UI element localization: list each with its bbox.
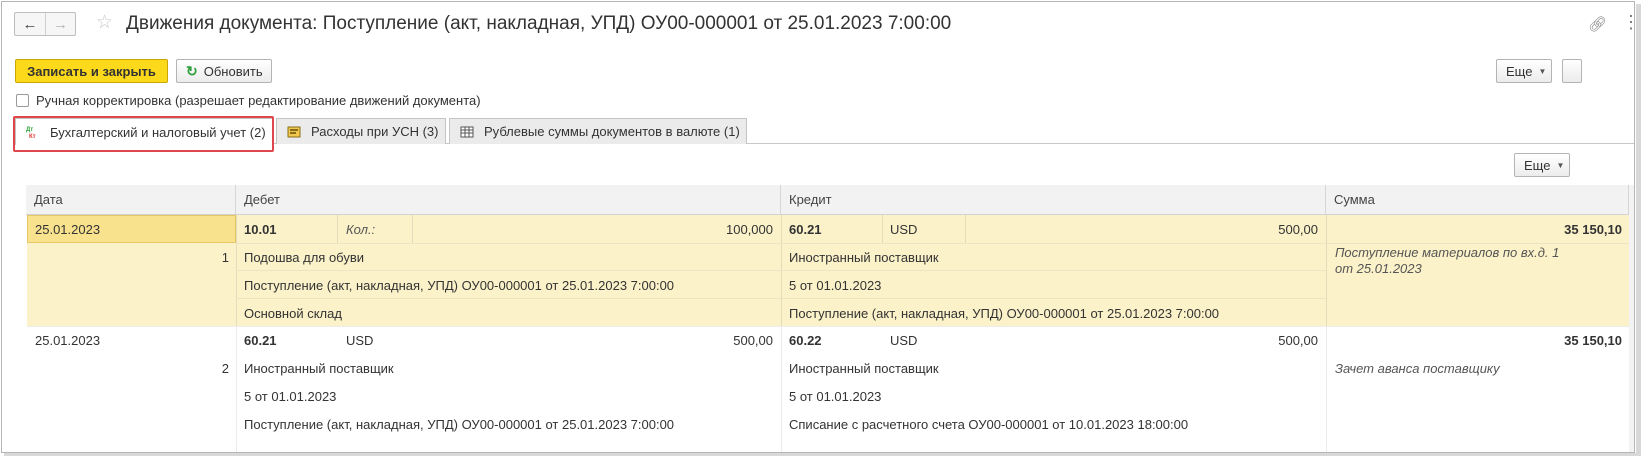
column-header-debit[interactable]: Дебет: [236, 185, 781, 215]
debit-currency-amount: 500,00: [733, 332, 773, 348]
credit-currency: USD: [890, 221, 918, 237]
credit-subconto-1: Иностранный поставщик: [789, 249, 939, 265]
row-amount: 35 150,10: [1564, 221, 1622, 237]
arrow-left-icon: ←: [22, 15, 38, 33]
column-header-credit[interactable]: Кредит: [781, 185, 1326, 215]
more-actions-label: Еще: [1506, 63, 1533, 79]
table-more-label: Еще: [1524, 157, 1551, 173]
credit-currency-amount: 500,00: [1278, 332, 1318, 348]
credit-subconto-3: Поступление (акт, накладная, УПД) ОУ00-0…: [789, 305, 1220, 321]
navigation-buttons: ← →: [14, 12, 76, 36]
grid-divider: [236, 326, 237, 452]
credit-currency: USD: [890, 332, 918, 348]
kebab-menu-icon[interactable]: ⋮: [1622, 13, 1634, 31]
row-date: 25.01.2023: [35, 221, 101, 237]
table-more-button[interactable]: Еще ▼: [1514, 153, 1570, 177]
row-amount: 35 150,10: [1564, 332, 1622, 348]
tab-usn-expenses[interactable]: Расходы при УСН (3): [276, 118, 446, 144]
tab-usn-expenses-label: Расходы при УСН (3): [311, 124, 439, 139]
tab-ruble-amounts[interactable]: Рублевые суммы документов в валюте (1): [449, 118, 747, 144]
tab-ruble-amounts-label: Рублевые суммы документов в валюте (1): [484, 124, 740, 139]
credit-subconto-3: Списание с расчетного счета ОУ00-000001 …: [789, 416, 1189, 432]
column-header-date-label: Дата: [34, 192, 63, 207]
column-header-credit-label: Кредит: [789, 192, 832, 207]
refresh-icon: ↻: [186, 62, 198, 79]
debit-subconto-3: Поступление (акт, накладная, УПД) ОУ00-0…: [244, 416, 675, 432]
debit-account: 60.21: [244, 332, 277, 348]
row-comment-line-2: от 25.01.2023: [1335, 260, 1422, 276]
credit-subconto-2: 5 от 01.01.2023: [789, 388, 882, 404]
star-icon[interactable]: ☆: [96, 12, 113, 34]
refresh-label: Обновить: [203, 63, 263, 79]
column-header-debit-label: Дебет: [244, 192, 280, 207]
more-actions-button[interactable]: Еще ▼: [1496, 59, 1552, 83]
row-comment-line-1: Поступление материалов по вх.д. 1: [1335, 244, 1560, 260]
row-line-number: 2: [221, 360, 229, 376]
save-and-close-button[interactable]: Записать и закрыть: [15, 59, 168, 83]
grid-divider: [236, 243, 1329, 244]
table-icon: [460, 125, 474, 139]
forward-button[interactable]: →: [45, 13, 75, 35]
manual-edit-row[interactable]: Ручная корректировка (разрешает редактир…: [16, 93, 481, 108]
debit-subconto-2: Поступление (акт, накладная, УПД) ОУ00-0…: [244, 277, 675, 293]
caret-down-icon: ▼: [1538, 66, 1547, 76]
window-title: Движения документа: Поступление (акт, на…: [126, 13, 952, 34]
link-icon[interactable]: 🔗︎: [1588, 15, 1607, 33]
debit-currency: USD: [346, 332, 374, 348]
column-header-date[interactable]: Дата: [26, 185, 236, 215]
credit-account: 60.22: [789, 332, 822, 348]
debit-subconto-1: Иностранный поставщик: [244, 360, 394, 376]
row-line-number: 1: [221, 249, 229, 265]
grid-divider: [781, 326, 782, 452]
debit-qty-label: Кол.:: [346, 221, 376, 237]
refresh-button[interactable]: ↻ Обновить: [176, 59, 272, 83]
arrow-right-icon: →: [53, 15, 68, 33]
credit-currency-amount: 500,00: [1278, 221, 1318, 237]
row-comment-line-1: Зачет аванса поставщику: [1335, 360, 1500, 376]
column-header-amount[interactable]: Сумма: [1326, 185, 1629, 215]
save-and-close-label: Записать и закрыть: [27, 63, 156, 79]
caret-down-icon: ▼: [1556, 160, 1565, 170]
column-header-amount-label: Сумма: [1334, 192, 1375, 207]
window-shadow: [1636, 4, 1641, 456]
document-movements-window: ← → ☆ Движения документа: Поступление (а…: [1, 1, 1635, 453]
credit-subconto-1: Иностранный поставщик: [789, 360, 939, 376]
register-icon: [287, 125, 301, 139]
manual-edit-checkbox[interactable]: [16, 94, 29, 107]
debit-subconto-2: 5 от 01.01.2023: [244, 388, 337, 404]
debit-subconto-1: Подошва для обуви: [244, 249, 365, 265]
vertical-scrollbar[interactable]: [1629, 185, 1634, 452]
extra-toolbar-button[interactable]: [1562, 59, 1582, 83]
credit-subconto-2: 5 от 01.01.2023: [789, 277, 882, 293]
back-button[interactable]: ←: [15, 13, 45, 35]
debit-account: 10.01: [244, 221, 277, 237]
debit-subconto-3: Основной склад: [244, 305, 342, 321]
debit-quantity: 100,000: [726, 221, 773, 237]
tab-highlight-frame: [13, 116, 274, 152]
manual-edit-label: Ручная корректировка (разрешает редактир…: [36, 93, 481, 108]
row-date: 25.01.2023: [35, 332, 101, 348]
credit-account: 60.21: [789, 221, 822, 237]
grid-divider: [337, 215, 338, 243]
grid-divider: [882, 215, 883, 243]
